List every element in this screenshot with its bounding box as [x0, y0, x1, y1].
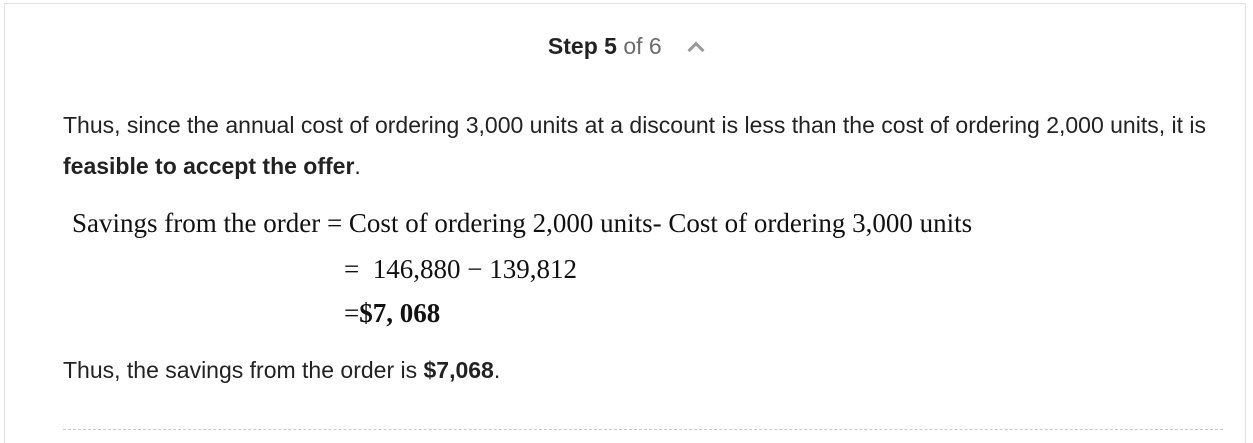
paragraph-bold-text: feasible to accept the offer: [63, 153, 355, 179]
equals-sign: =: [344, 254, 360, 284]
conclusion-paragraph: Thus, since the annual cost of ordering …: [63, 105, 1213, 187]
equation-line-2: = 146,880 − 139,812: [344, 254, 577, 285]
step-header-toggle[interactable]: Step 5 of 6: [5, 31, 1245, 61]
equation-result: $7, 068: [359, 298, 441, 328]
equation-line-1: Savings from the order = Cost of orderin…: [72, 208, 973, 238]
step-total: 6: [648, 33, 662, 59]
equation-expression: 146,880 − 139,812: [372, 254, 577, 284]
equals-sign: =: [344, 298, 360, 328]
section-divider: [63, 429, 1223, 430]
paragraph-text: Thus, since the annual cost of ordering …: [63, 112, 1207, 138]
paragraph-punctuation: .: [354, 153, 361, 179]
chevron-up-icon[interactable]: [687, 41, 705, 59]
equation-line-3: =$7, 068: [344, 298, 440, 329]
solution-step-card: Step 5 of 6 Thus, since the annual cost …: [4, 3, 1246, 443]
step-of-label: of: [623, 33, 643, 59]
savings-paragraph: Thus, the savings from the order is $7,0…: [63, 350, 1213, 391]
paragraph-punctuation: .: [493, 357, 501, 383]
step-number: 5: [604, 33, 617, 59]
paragraph-bold-text: $7,068: [423, 357, 494, 383]
step-label: Step: [547, 33, 598, 59]
paragraph-text: Thus, the savings from the order is: [63, 357, 424, 383]
